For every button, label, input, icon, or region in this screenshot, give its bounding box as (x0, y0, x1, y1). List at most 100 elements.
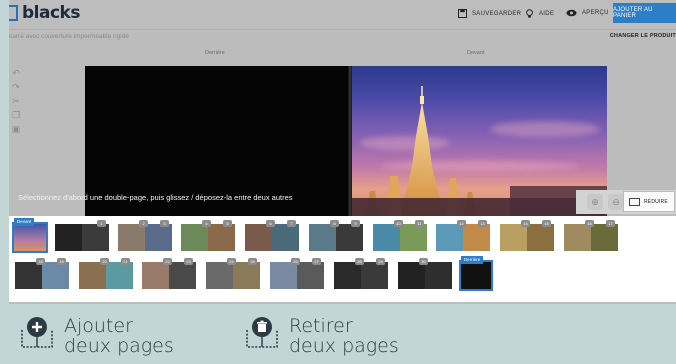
thumb-right-page (82, 224, 109, 251)
thumb-left-page (373, 224, 400, 251)
thumb-right-page (208, 224, 235, 251)
spread-thumbnail[interactable]: 16 17 (564, 220, 618, 251)
spread-thumbnail[interactable]: 45 (181, 220, 235, 251)
reduce-button[interactable]: RÉDUIRE (623, 191, 675, 212)
page-number-badge: 16 (585, 220, 594, 227)
remove-pages-button[interactable]: Retirer deux pages (244, 316, 439, 356)
spread-thumbnail[interactable]: 10 11 (373, 220, 427, 251)
paste-icon[interactable]: ▣ (9, 122, 23, 136)
drag-hint: Sélectionnez d'abord une double-page, pu… (18, 193, 293, 202)
help-button[interactable]: AIDE (525, 9, 554, 19)
copy-icon[interactable]: ❐ (9, 108, 23, 122)
add-spread-button[interactable]: ⊕ (587, 194, 603, 210)
change-product-link[interactable]: CHANGER LE PRODUIT (610, 33, 676, 39)
page-number-badge: 14 (521, 220, 530, 227)
page-number-badge: 12 (457, 220, 466, 227)
thumb-right-page (527, 224, 554, 251)
remove-spread-button[interactable]: ⊖ (608, 194, 624, 210)
thumbnail-strip: Devant Derrière 1 2 3 4 5 6 7 8 9 10 11 12 13 14 15 16 1… (9, 216, 676, 302)
thumb-right-page (591, 224, 618, 251)
thumb-right-page (336, 224, 363, 251)
back-thumbnail[interactable]: Derrière (459, 256, 493, 291)
cover-badge: Devant (14, 218, 35, 226)
page-number-badge: 13 (478, 220, 487, 227)
book-spine (348, 66, 352, 216)
thumb-right-page (106, 262, 133, 289)
product-bar: carré avec couverture imperméable rigide… (9, 30, 676, 44)
page-number-badge: 29 (376, 258, 385, 265)
thumb-left-page (398, 262, 425, 289)
thumb-left-page (55, 224, 82, 251)
add-pages-icon (21, 317, 53, 348)
thumb-left-page (118, 224, 145, 251)
page-number-badge: 18 (36, 258, 45, 265)
page-number-badge: 9 (351, 220, 360, 227)
trash-icon: ⊖ (612, 196, 620, 207)
spread-thumbnail[interactable]: 14 15 (500, 220, 554, 251)
spread-thumbnail[interactable]: 26 27 (270, 258, 324, 289)
add-pages-line2: deux pages (64, 335, 174, 357)
edit-tools: ↶ ↷ ✂ ❐ ▣ (9, 66, 23, 136)
remove-pages-icon (246, 317, 278, 348)
brand-logo[interactable]: blacks (9, 3, 80, 23)
page-number-badge: 30 (419, 258, 428, 265)
thumb-right-page (145, 224, 172, 251)
thumb-left-page (436, 224, 463, 251)
remove-pages-line1: Retirer (289, 315, 353, 337)
remove-pages-line2: deux pages (289, 335, 399, 357)
page-number-badge: 7 (287, 220, 296, 227)
cover-thumbnail[interactable]: Devant (12, 218, 48, 253)
monitor-icon (629, 197, 640, 206)
back-badge: Derrière (461, 256, 484, 264)
spread-thumbnail[interactable]: 89 (309, 220, 363, 251)
spread-thumbnail[interactable]: 67 (245, 220, 299, 251)
left-page-label: Derrière (205, 50, 225, 56)
page-number-badge: 28 (355, 258, 364, 265)
spread-thumbnail[interactable]: 18 19 (15, 258, 69, 289)
product-description: carré avec couverture imperméable rigide (9, 33, 129, 40)
undo-icon[interactable]: ↶ (9, 66, 23, 80)
scissors-icon[interactable]: ✂ (9, 94, 23, 108)
thumb-left-page (334, 262, 361, 289)
save-button[interactable]: SAUVEGARDER (458, 9, 521, 18)
spread-thumbnail[interactable]: 28 29 (334, 258, 388, 289)
thumb-left-page (15, 262, 42, 289)
preview-button[interactable]: APERÇU (566, 9, 609, 17)
front-cover-page[interactable] (350, 66, 607, 216)
spread-thumbnail[interactable]: 23 (118, 220, 172, 251)
thumb-left-page (79, 262, 106, 289)
reduce-label: RÉDUIRE (644, 198, 668, 205)
redo-icon[interactable]: ↷ (9, 80, 23, 94)
page-number-badge: 25 (248, 258, 257, 265)
page-actions: Ajouter deux pages Retirer deux pages (0, 304, 676, 364)
spread-thumbnail[interactable]: 22 23 (142, 258, 196, 289)
spread-thumbnail[interactable]: 1 (55, 220, 109, 251)
thumb-right-page (272, 224, 299, 251)
save-icon (458, 9, 467, 18)
thumb-left-page (142, 262, 169, 289)
thumb-right-page (42, 262, 69, 289)
page-number-badge: 15 (542, 220, 551, 227)
preview-label: APERÇU (582, 10, 609, 16)
page-number-badge: 23 (184, 258, 193, 265)
thumb-image (14, 224, 46, 251)
page-number-badge: 6 (266, 220, 275, 227)
save-label: SAUVEGARDER (472, 10, 522, 17)
help-label: AIDE (539, 11, 555, 17)
top-toolbar: blacks SAUVEGARDER AIDE APERÇU AJOUTER A… (9, 0, 676, 30)
add-pages-label: Ajouter deux pages (64, 316, 214, 356)
spread-thumbnail[interactable]: 30 (398, 258, 452, 289)
spread-thumbnail[interactable]: 24 25 (206, 258, 260, 289)
page-number-badge: 27 (312, 258, 321, 265)
eye-icon (566, 9, 577, 17)
page-number-badge: 3 (160, 220, 169, 227)
page-number-badge: 21 (121, 258, 130, 265)
thumb-left-page (270, 262, 297, 289)
thumb-right-page (361, 262, 388, 289)
spread-thumbnail[interactable]: 12 13 (436, 220, 490, 251)
spread-thumbnail[interactable]: 20 21 (79, 258, 133, 289)
page-number-badge: 11 (415, 220, 424, 227)
add-to-cart-button[interactable]: AJOUTER AU PANIER (613, 3, 676, 23)
thumb-right-page (169, 262, 196, 289)
add-pages-button[interactable]: Ajouter deux pages (19, 316, 214, 356)
